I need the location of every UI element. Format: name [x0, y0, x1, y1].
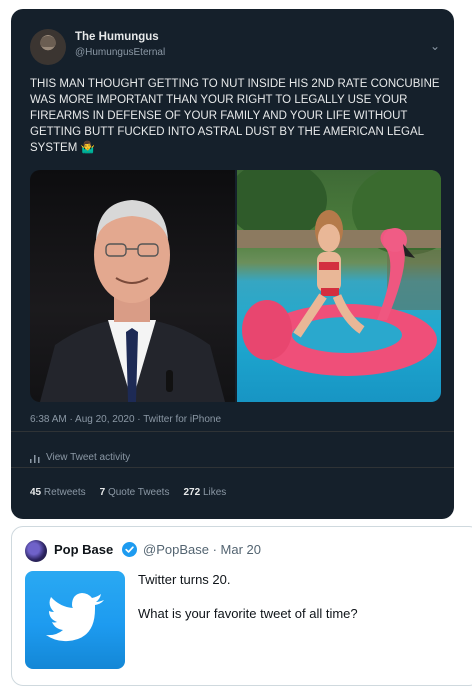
twitter-bird-icon: [46, 593, 104, 642]
likes-count: 272: [183, 487, 201, 498]
quotes-stat[interactable]: 7 Quote Tweets: [100, 487, 170, 498]
retweets-stat[interactable]: 45 Retweets: [30, 487, 86, 498]
analytics-icon: [30, 454, 40, 463]
photo-man[interactable]: [30, 170, 235, 402]
divider: [11, 467, 454, 468]
quotes-count: 7: [99, 487, 106, 498]
shrug-emoji: 🤷‍♂️: [80, 142, 95, 154]
pool-illustration: [237, 170, 441, 376]
man-illustration: [40, 200, 225, 402]
tweet-activity-link[interactable]: View Tweet activity: [30, 452, 130, 463]
tweet-media[interactable]: [30, 170, 441, 402]
tweet-text: Twitter turns 20. What is your favorite …: [138, 571, 358, 639]
avatar[interactable]: [30, 29, 66, 65]
tweet-line-2: What is your favorite tweet of all time?: [138, 606, 358, 621]
avatar[interactable]: [25, 540, 47, 562]
divider: [11, 431, 454, 432]
tweet-text: THIS MAN THOUGHT GETTING TO NUT INSIDE H…: [30, 76, 445, 156]
likes-label: Likes: [202, 487, 227, 498]
display-name[interactable]: Pop Base: [54, 542, 113, 557]
quoted-tweet-card[interactable]: The Humungus @HumungusEternal ⌄ THIS MAN…: [11, 9, 454, 519]
timestamp[interactable]: 6:38 AM · Aug 20, 2020 · Twitter for iPh…: [30, 414, 221, 425]
chevron-down-icon[interactable]: ⌄: [430, 39, 440, 53]
activity-label[interactable]: View Tweet activity: [46, 452, 130, 463]
engagement-stats: 45 Retweets 7 Quote Tweets 272 Likes: [30, 487, 226, 498]
handle-date[interactable]: @PopBase · Mar 20: [143, 542, 261, 557]
twitter-logo-thumbnail[interactable]: [25, 571, 125, 669]
tweet-line-1: Twitter turns 20.: [138, 572, 231, 587]
display-name[interactable]: The Humungus: [75, 31, 159, 43]
quoting-tweet-card[interactable]: Pop Base @PopBase · Mar 20 Twitter turns…: [11, 526, 472, 686]
retweets-count: 45: [30, 487, 42, 498]
likes-stat[interactable]: 272 Likes: [183, 487, 226, 498]
quotes-label: Quote Tweets: [107, 487, 170, 498]
retweets-label: Retweets: [43, 487, 86, 498]
photo-pool-flamingo[interactable]: [237, 170, 441, 402]
verified-badge-icon: [122, 542, 137, 557]
handle[interactable]: @HumungusEternal: [75, 47, 165, 58]
